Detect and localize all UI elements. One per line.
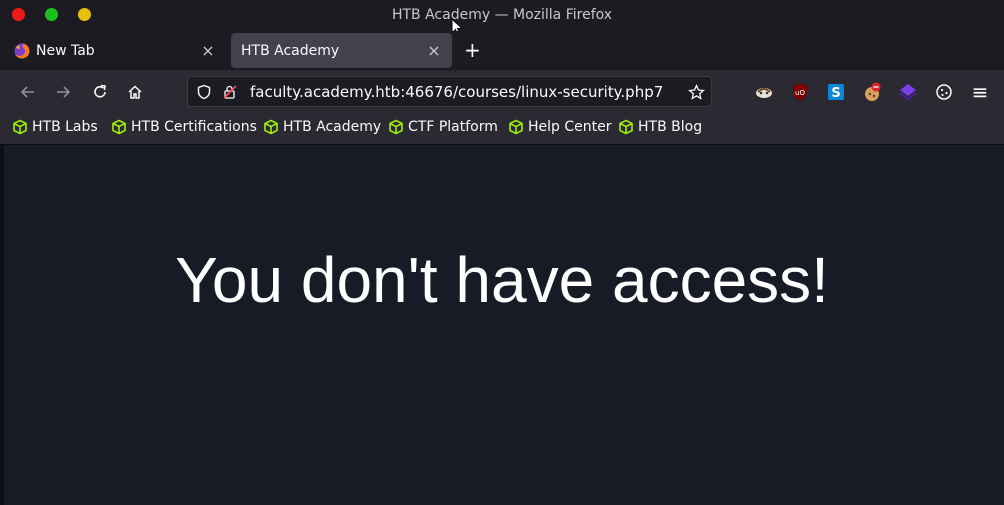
bookmark-htb-blog[interactable]: HTB Blog — [618, 119, 702, 135]
tab-strip: New Tab × HTB Academy × + — [0, 31, 1004, 70]
htb-cube-icon — [389, 119, 403, 135]
new-tab-button[interactable]: + — [464, 40, 481, 60]
bookmarks-toolbar: HTB Labs HTB Certifications HTB Academy … — [0, 114, 1004, 145]
page-content — [4, 145, 1004, 505]
tab-label: HTB Academy — [241, 42, 340, 59]
svg-text:uO: uO — [795, 89, 805, 97]
tab-new-tab[interactable]: New Tab × — [4, 33, 226, 68]
bookmark-label: HTB Certifications — [131, 119, 257, 135]
back-arrow-icon[interactable] — [18, 82, 38, 102]
layers-extension-icon[interactable] — [898, 82, 918, 102]
title-bar: HTB Academy — Mozilla Firefox — [0, 0, 1004, 36]
cookie-editor-icon[interactable] — [934, 82, 954, 102]
bookmark-label: CTF Platform — [408, 119, 498, 135]
bookmark-htb-labs[interactable]: HTB Labs — [12, 119, 98, 135]
htb-cube-icon — [264, 119, 278, 135]
bookmark-ctf-platform[interactable]: CTF Platform — [388, 119, 498, 135]
htb-cube-icon — [13, 119, 27, 135]
browser-window: HTB Academy — Mozilla Firefox New Tab × … — [0, 0, 1004, 505]
insecure-lock-icon[interactable] — [222, 84, 238, 100]
close-tab-icon[interactable]: × — [200, 41, 216, 60]
htb-cube-icon — [112, 119, 126, 135]
bookmark-help-center[interactable]: Help Center — [508, 119, 612, 135]
forward-arrow-icon[interactable] — [53, 82, 73, 102]
navigation-toolbar: faculty.academy.htb:46676/courses/linux-… — [0, 70, 1004, 114]
htb-cube-icon — [509, 119, 523, 135]
wappalyzer-extension-icon[interactable] — [754, 82, 774, 102]
s-extension-icon[interactable]: S — [826, 82, 846, 102]
bookmark-htb-certifications[interactable]: HTB Certifications — [111, 119, 257, 135]
hamburger-menu-icon[interactable]: ≡ — [970, 80, 990, 104]
shield-icon[interactable] — [196, 84, 212, 100]
access-denied-message: You don't have access! — [175, 244, 829, 316]
bookmark-label: Help Center — [528, 119, 612, 135]
bookmark-htb-academy[interactable]: HTB Academy — [263, 119, 381, 135]
ublock-origin-icon[interactable]: uO — [790, 82, 810, 102]
htb-cube-icon — [619, 119, 633, 135]
reload-icon[interactable] — [90, 82, 110, 102]
url-text[interactable]: faculty.academy.htb:46676/courses/linux-… — [250, 83, 663, 101]
firefox-icon — [14, 43, 30, 59]
bookmark-star-icon[interactable] — [688, 84, 705, 101]
tab-label: New Tab — [36, 42, 95, 59]
cookie-blocker-extension-icon[interactable] — [862, 82, 882, 102]
svg-text:S: S — [831, 86, 840, 101]
window-title: HTB Academy — Mozilla Firefox — [391, 7, 613, 23]
home-icon[interactable] — [125, 82, 145, 102]
bookmark-label: HTB Labs — [32, 119, 98, 135]
bookmark-label: HTB Academy — [283, 119, 382, 135]
bookmark-label: HTB Blog — [638, 119, 703, 135]
url-bar[interactable]: faculty.academy.htb:46676/courses/linux-… — [187, 76, 712, 107]
close-tab-icon[interactable]: × — [426, 41, 442, 60]
tab-htb-academy[interactable]: HTB Academy × — [231, 33, 452, 68]
